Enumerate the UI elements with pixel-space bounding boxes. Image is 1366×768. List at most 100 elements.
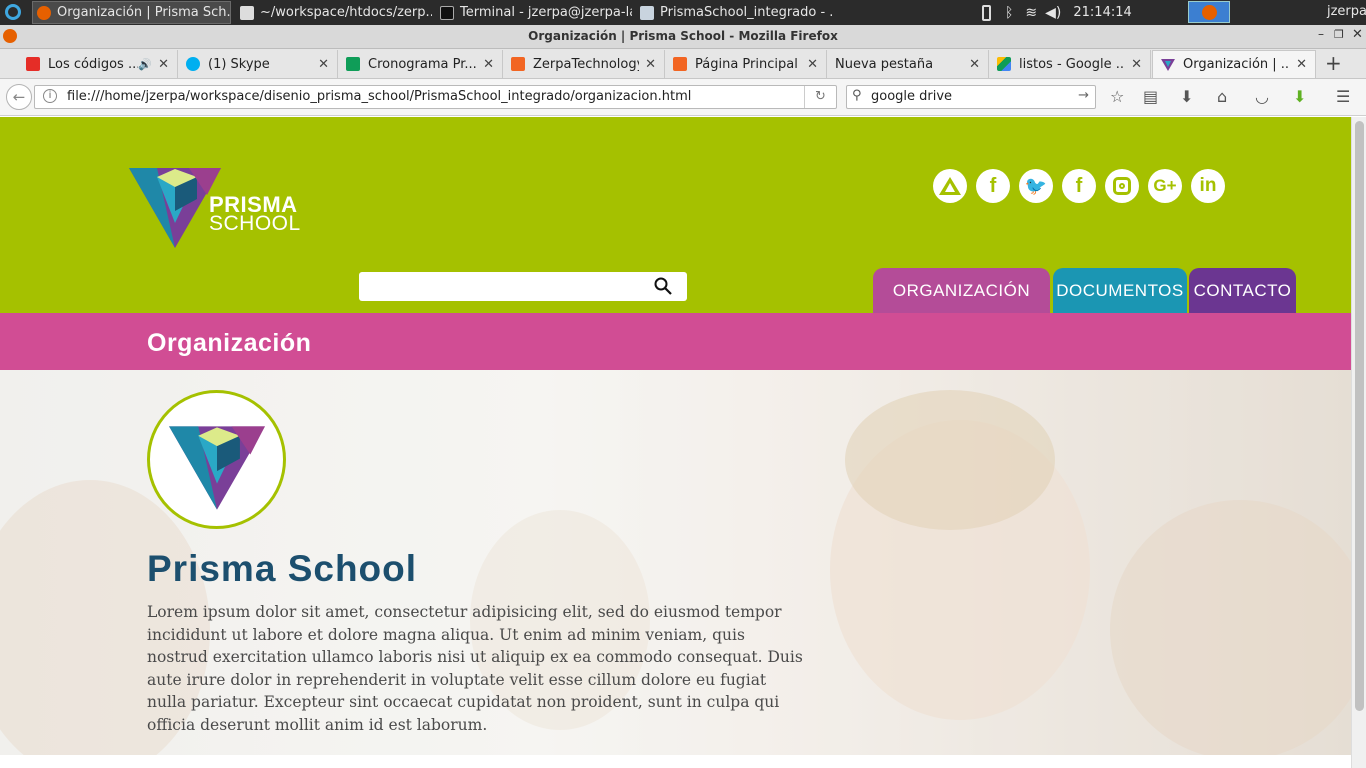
search-icon[interactable]: [654, 277, 672, 295]
tab-skype[interactable]: (1) Skype ✕: [178, 50, 338, 78]
close-icon[interactable]: ✕: [1352, 27, 1363, 42]
url-text: file:///home/jzerpa/workspace/disenio_pr…: [67, 89, 692, 104]
search-bar[interactable]: ⚲ google drive →: [846, 85, 1096, 109]
school-emblem: [147, 390, 286, 529]
site-icon: [511, 57, 525, 71]
tab-label: Organización | ...: [1183, 57, 1291, 72]
skype-icon: [186, 57, 200, 71]
tab-label: Los códigos ...: [48, 56, 139, 72]
close-tab-icon[interactable]: ✕: [483, 57, 494, 72]
bluetooth-icon[interactable]: ᛒ: [1005, 5, 1013, 21]
instagram-icon[interactable]: [1105, 169, 1139, 203]
close-tab-icon[interactable]: ✕: [1296, 57, 1307, 72]
url-bar[interactable]: i file:///home/jzerpa/workspace/disenio_…: [34, 85, 837, 109]
site-header: PRISMA SCHOOL f 🐦 f G+ in ORGANIZACIÓN D…: [0, 117, 1351, 313]
firefox-icon: [37, 5, 51, 20]
prisma-logo-icon: [169, 426, 265, 510]
search-bar-value: google drive: [871, 89, 953, 104]
info-icon[interactable]: i: [43, 89, 57, 103]
twitter-icon[interactable]: 🐦: [1019, 169, 1053, 203]
close-tab-icon[interactable]: ✕: [158, 57, 169, 72]
go-arrow-icon[interactable]: →: [1078, 88, 1089, 103]
system-tray: ᛒ ≋ ◀) 21:14:14: [982, 0, 1132, 25]
section-title: Organización: [147, 329, 312, 357]
site-logo[interactable]: PRISMA SCHOOL: [127, 167, 307, 249]
terminal-icon: [440, 5, 454, 20]
youtube-icon: [26, 57, 40, 71]
tab-label: listos - Google ...: [1019, 56, 1126, 72]
reading-list-icon[interactable]: ▤: [1143, 87, 1158, 106]
close-tab-icon[interactable]: ✕: [1131, 57, 1142, 72]
tab-label: (1) Skype: [208, 56, 270, 72]
clock[interactable]: 21:14:14: [1073, 5, 1131, 20]
nav-documentos[interactable]: DOCUMENTOS: [1053, 268, 1187, 313]
prisma-icon: [1161, 58, 1175, 71]
minimize-icon[interactable]: –: [1318, 27, 1324, 41]
taskbar-item-editor[interactable]: ~/workspace/htdocs/zerp...: [236, 1, 432, 24]
reload-icon[interactable]: ↻: [804, 86, 836, 108]
site-icon: [673, 57, 687, 71]
nav-organizacion[interactable]: ORGANIZACIÓN: [873, 268, 1050, 313]
tab-organizacion[interactable]: Organización | ... ✕: [1152, 50, 1316, 78]
bookmark-star-icon[interactable]: ☆: [1110, 87, 1124, 106]
close-tab-icon[interactable]: ✕: [969, 57, 980, 72]
scrollbar-thumb[interactable]: [1355, 121, 1364, 711]
home-icon[interactable]: ⌂: [1217, 87, 1227, 106]
tab-nueva-pestana[interactable]: Nueva pestaña ✕: [827, 50, 989, 78]
system-taskbar: Organización | Prisma Sch... ~/workspace…: [0, 0, 1366, 25]
section-band: Organización: [0, 313, 1351, 370]
close-tab-icon[interactable]: ✕: [318, 57, 329, 72]
linkedin-icon[interactable]: in: [1191, 169, 1225, 203]
page-scrollbar[interactable]: [1351, 117, 1366, 768]
workspace-indicator[interactable]: [1188, 1, 1230, 23]
wifi-icon[interactable]: ≋: [1025, 5, 1037, 21]
tab-google-drive[interactable]: listos - Google ... ✕: [989, 50, 1151, 78]
menu-hamburger-icon[interactable]: ☰: [1336, 87, 1350, 106]
navigation-bar: ← i file:///home/jzerpa/workspace/diseni…: [0, 79, 1366, 116]
window-title: Organización | Prisma School - Mozilla F…: [528, 29, 838, 43]
logo-line2: SCHOOL: [209, 212, 301, 235]
sheets-icon: [346, 57, 360, 71]
taskbar-item-label: Organización | Prisma Sch...: [57, 5, 231, 20]
close-tab-icon[interactable]: ✕: [807, 57, 818, 72]
battery-icon[interactable]: [982, 4, 991, 21]
taskbar-item-folder[interactable]: PrismaSchool_integrado - ...: [636, 1, 832, 24]
tab-label: Página Principal: [695, 56, 798, 72]
editor-icon: [240, 5, 254, 20]
speaker-icon[interactable]: 🔊: [138, 58, 152, 71]
user-name[interactable]: jzerpa: [1327, 4, 1366, 19]
nav-label: CONTACTO: [1193, 280, 1292, 300]
close-tab-icon[interactable]: ✕: [645, 57, 656, 72]
app-menu-icon[interactable]: [5, 4, 21, 20]
google-plus-icon[interactable]: G+: [1148, 169, 1182, 203]
taskbar-item-firefox[interactable]: Organización | Prisma Sch...: [32, 1, 231, 24]
downloads-icon[interactable]: ⬇: [1180, 87, 1193, 106]
tab-pagina-principal[interactable]: Página Principal ✕: [665, 50, 827, 78]
tab-label: ZerpaTechnology: [533, 56, 640, 72]
pocket-icon[interactable]: ◡: [1255, 87, 1269, 106]
volume-icon[interactable]: ◀): [1045, 5, 1061, 21]
folder-icon: [640, 5, 654, 20]
tab-cronograma[interactable]: Cronograma Pr... ✕: [338, 50, 503, 78]
facebook-icon[interactable]: f: [976, 169, 1010, 203]
tab-label: Nueva pestaña: [835, 56, 934, 72]
taskbar-item-label: PrismaSchool_integrado - ...: [660, 5, 832, 20]
tab-youtube[interactable]: Los códigos ... 🔊 ✕: [18, 50, 178, 78]
prisma-social-icon[interactable]: [933, 169, 967, 203]
nav-label: ORGANIZACIÓN: [892, 280, 1031, 300]
window-titlebar: Organización | Prisma School - Mozilla F…: [0, 25, 1366, 49]
nav-label: DOCUMENTOS: [1056, 280, 1184, 300]
site-search-input[interactable]: [359, 272, 687, 301]
new-tab-icon[interactable]: +: [1325, 51, 1342, 75]
tab-label: Cronograma Pr...: [368, 56, 477, 72]
tab-zerpatechnology[interactable]: ZerpaTechnology ✕: [503, 50, 665, 78]
extension-download-icon[interactable]: ⬇: [1293, 87, 1306, 106]
back-button[interactable]: ←: [6, 84, 32, 110]
nav-contacto[interactable]: CONTACTO: [1189, 268, 1296, 313]
restore-icon[interactable]: ❐: [1334, 28, 1344, 41]
firefox-icon: [1202, 5, 1217, 20]
taskbar-item-terminal[interactable]: Terminal - jzerpa@jzerpa-la...: [436, 1, 632, 24]
logo-text: PRISMA SCHOOL: [209, 194, 301, 235]
facebook-icon[interactable]: f: [1062, 169, 1096, 203]
web-page: PRISMA SCHOOL f 🐦 f G+ in ORGANIZACIÓN D…: [0, 117, 1351, 768]
